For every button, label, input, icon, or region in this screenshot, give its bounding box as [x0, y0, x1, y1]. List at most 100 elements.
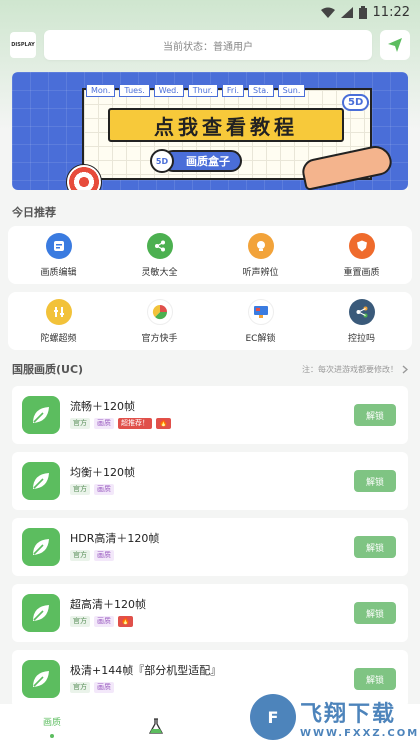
feature-sound-locate[interactable]: 听声辨位: [215, 232, 307, 278]
banner-day: Fri.: [221, 84, 244, 97]
watermark-title: 飞翔下载: [300, 701, 397, 727]
tag-quality: 画质: [94, 682, 114, 693]
fire-icon: 🔥: [118, 616, 133, 627]
battery-icon: [358, 5, 367, 19]
item-name: 均衡＋120帧: [70, 466, 135, 479]
unlock-button[interactable]: 解锁: [354, 470, 396, 492]
leaf-icon: [22, 594, 60, 632]
item-name: HDR高清＋120帧: [70, 532, 160, 545]
pie-icon: [146, 298, 173, 325]
feature-gyro-overclock[interactable]: 陀螺超频: [13, 298, 105, 344]
nodes-icon: [348, 298, 375, 325]
clock: 11:22: [372, 4, 410, 20]
tag-official: 官方: [70, 418, 90, 429]
watermark-text: 飞翔下载 WWW.FXXZ.COM: [300, 696, 419, 739]
list-item[interactable]: HDR高清＋120帧 官方 画质 解锁: [12, 518, 408, 576]
feature-quality-edit[interactable]: 画质编辑: [13, 232, 105, 278]
item-name: 超高清＋120帧: [70, 598, 146, 611]
unlock-button[interactable]: 解锁: [354, 602, 396, 624]
feature-grid-2: 陀螺超频 官方快手 EC解锁 控拉吗: [8, 292, 412, 350]
banner-days: Mon. Tues. Wed. Thur. Fri. Sta. Sun.: [86, 84, 306, 97]
uc-title: 国服画质(UC): [12, 363, 84, 376]
item-tags: 官方 画质: [70, 484, 114, 495]
gyro-icon: [45, 298, 72, 325]
item-name: 极清+144帧『部分机型适配』: [70, 664, 222, 677]
tag-quality: 画质: [94, 616, 114, 627]
watermark-url: WWW.FXXZ.COM: [300, 727, 420, 739]
item-name: 流畅＋120帧: [70, 400, 135, 413]
feature-official-kuaishou[interactable]: 官方快手: [114, 298, 206, 344]
banner-sub-text: 画质盒子: [162, 150, 242, 172]
chevron-right-icon: [402, 364, 408, 374]
feature-label: 画质编辑: [40, 267, 77, 278]
banner-main-text: 点我查看教程: [108, 108, 344, 142]
app-logo[interactable]: DISPLAY: [10, 32, 36, 58]
tag-quality: 画质: [94, 484, 114, 495]
leaf-icon: [22, 660, 60, 698]
uc-note[interactable]: 注：每次进游戏都要修改！: [302, 364, 408, 375]
send-button[interactable]: [380, 30, 410, 60]
shield-icon: [348, 232, 375, 259]
feature-label: 官方快手: [141, 333, 178, 344]
feature-label: 控拉吗: [347, 333, 375, 344]
feature-label: 重置画质: [343, 267, 380, 278]
tab-lab[interactable]: [104, 704, 208, 748]
watermark-logo: F: [250, 694, 296, 740]
banner-day: Mon.: [86, 84, 116, 97]
user-status-text: 当前状态：普通用户: [163, 41, 253, 53]
leaf-icon: [22, 396, 60, 434]
tag-recommend: 超推荐！: [118, 418, 152, 429]
feature-label: 陀螺超频: [40, 333, 77, 344]
leaf-icon: [22, 528, 60, 566]
list-item[interactable]: 均衡＋120帧 官方 画质 解锁: [12, 452, 408, 510]
banner-day: Wed.: [153, 84, 184, 97]
uc-section-header: 国服画质(UC) 注：每次进游戏都要修改！: [12, 362, 408, 376]
feature-reset-quality[interactable]: 重置画质: [316, 232, 408, 278]
feature-grid-1: 画质编辑 灵敏大全 听声辨位 重置画质: [8, 226, 412, 284]
watermark: F 飞翔下载 WWW.FXXZ.COM: [250, 686, 420, 748]
wifi-icon: [320, 7, 335, 18]
tag-quality: 画质: [94, 550, 114, 561]
share-icon: [146, 232, 173, 259]
feature-ec-unlock[interactable]: EC解锁: [215, 298, 307, 344]
banner-badge: 5D: [150, 149, 174, 173]
item-tags: 官方 画质 🔥: [70, 616, 133, 627]
feature-sensitivity[interactable]: 灵敏大全: [114, 232, 206, 278]
tag-quality: 画质: [94, 418, 114, 429]
item-tags: 官方 画质 超推荐！ 🔥: [70, 418, 171, 429]
leaf-icon: [22, 462, 60, 500]
banner-day: Sun.: [277, 84, 306, 97]
banner-day: Thur.: [187, 84, 218, 97]
feature-control[interactable]: 控拉吗: [316, 298, 408, 344]
flask-icon: [149, 718, 163, 734]
item-tags: 官方 画质: [70, 682, 114, 693]
unlock-button[interactable]: 解锁: [354, 536, 396, 558]
tag-official: 官方: [70, 682, 90, 693]
feature-label: EC解锁: [245, 333, 276, 344]
list-item[interactable]: 超高清＋120帧 官方 画质 🔥 解锁: [12, 584, 408, 642]
tag-official: 官方: [70, 616, 90, 627]
item-tags: 官方 画质: [70, 550, 114, 561]
tag-official: 官方: [70, 484, 90, 495]
today-title: 今日推荐: [12, 206, 56, 219]
tag-official: 官方: [70, 550, 90, 561]
tutorial-banner[interactable]: Mon. Tues. Wed. Thur. Fri. Sta. Sun. 点我查…: [12, 72, 408, 190]
user-status-field[interactable]: 当前状态：普通用户: [44, 30, 372, 60]
app-logo-text: DISPLAY: [11, 42, 35, 48]
feature-label: 灵敏大全: [141, 267, 178, 278]
tab-quality[interactable]: 画质: [0, 704, 104, 748]
tab-quality-label: 画质: [42, 717, 61, 728]
banner-day: Sta.: [247, 84, 274, 97]
status-bar: 11:22: [0, 0, 420, 24]
monitor-icon: [247, 298, 274, 325]
unlock-button[interactable]: 解锁: [354, 404, 396, 426]
paper-plane-icon: [388, 38, 402, 52]
feature-label: 听声辨位: [242, 267, 279, 278]
fire-icon: 🔥: [156, 418, 171, 429]
banner-day: Tues.: [119, 84, 150, 97]
uc-note-text: 注：每次进游戏都要修改！: [302, 364, 398, 374]
top-header: DISPLAY 当前状态：普通用户: [10, 30, 410, 60]
list-item[interactable]: 流畅＋120帧 官方 画质 超推荐！ 🔥 解锁: [12, 386, 408, 444]
signal-icon: [340, 6, 353, 18]
active-tab-indicator: [50, 733, 54, 738]
